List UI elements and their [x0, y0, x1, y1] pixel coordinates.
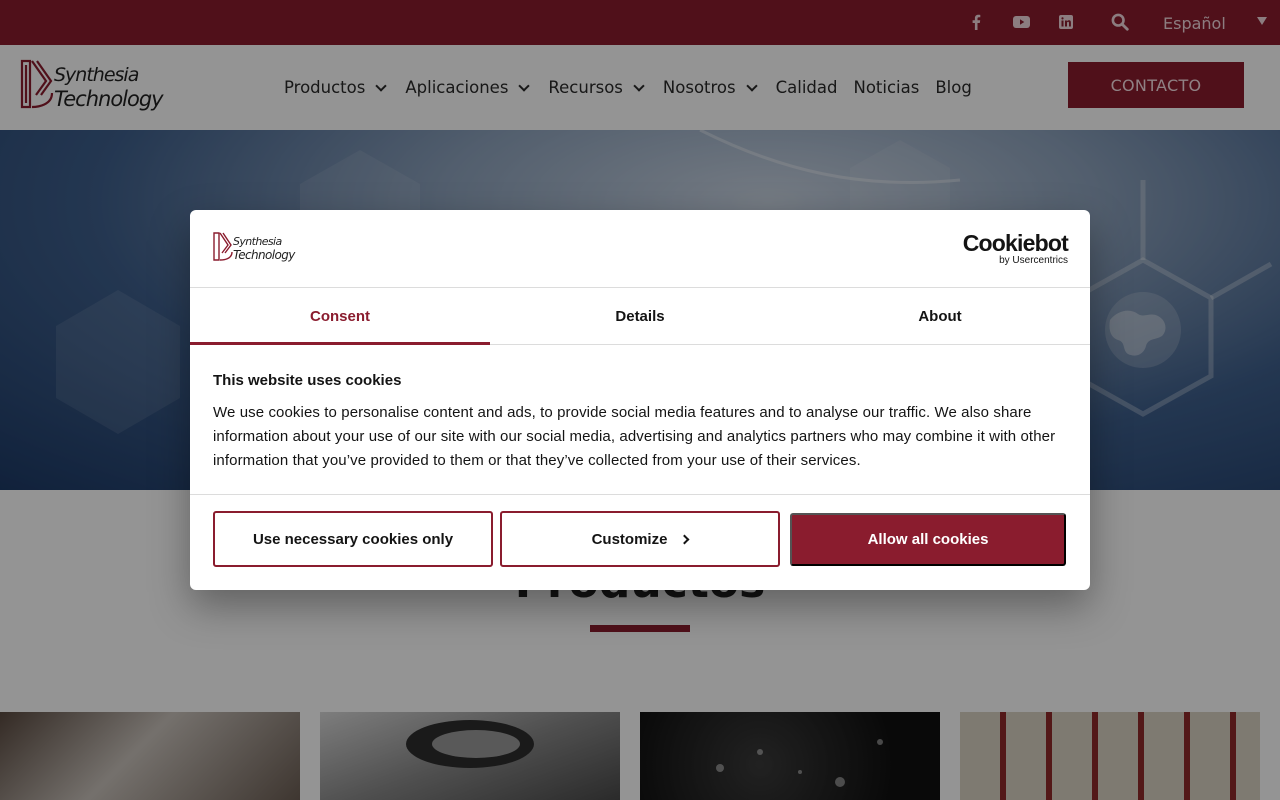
dialog-title: This website uses cookies — [213, 372, 402, 389]
button-label: Use necessary cookies only — [252, 530, 454, 548]
cookiebot-byline: by Usercentrics — [999, 255, 1068, 266]
svg-text:Technology: Technology — [233, 248, 296, 262]
chevron-right-icon — [679, 534, 690, 544]
button-label: Customize — [591, 530, 668, 548]
dialog-body: This website uses cookies We use cookies… — [213, 372, 1069, 473]
necessary-cookies-button[interactable]: Use necessary cookies only — [213, 511, 493, 567]
tab-about[interactable]: About — [790, 288, 1090, 344]
tab-consent[interactable]: Consent — [190, 288, 490, 345]
button-label: Allow all cookies — [867, 531, 989, 548]
cookiebot-name: Cookiebot — [962, 230, 1069, 256]
dialog-footer: Use necessary cookies only Customize All… — [190, 494, 1090, 590]
cookiebot-brand[interactable]: Cookiebot by Usercentrics — [962, 230, 1069, 267]
tab-details[interactable]: Details — [490, 288, 790, 344]
dialog-site-logo: Synthesia Technology — [213, 232, 305, 264]
cookie-consent-dialog: Synthesia Technology Cookiebot by Userce… — [190, 210, 1090, 590]
svg-text:Synthesia: Synthesia — [233, 235, 283, 248]
dialog-description: We use cookies to personalise content an… — [213, 404, 1056, 469]
customize-button[interactable]: Customize — [500, 511, 780, 567]
dialog-tabs: Consent Details About — [190, 288, 1090, 345]
allow-all-cookies-button[interactable]: Allow all cookies — [790, 513, 1066, 566]
dialog-header: Synthesia Technology Cookiebot by Userce… — [190, 210, 1090, 288]
